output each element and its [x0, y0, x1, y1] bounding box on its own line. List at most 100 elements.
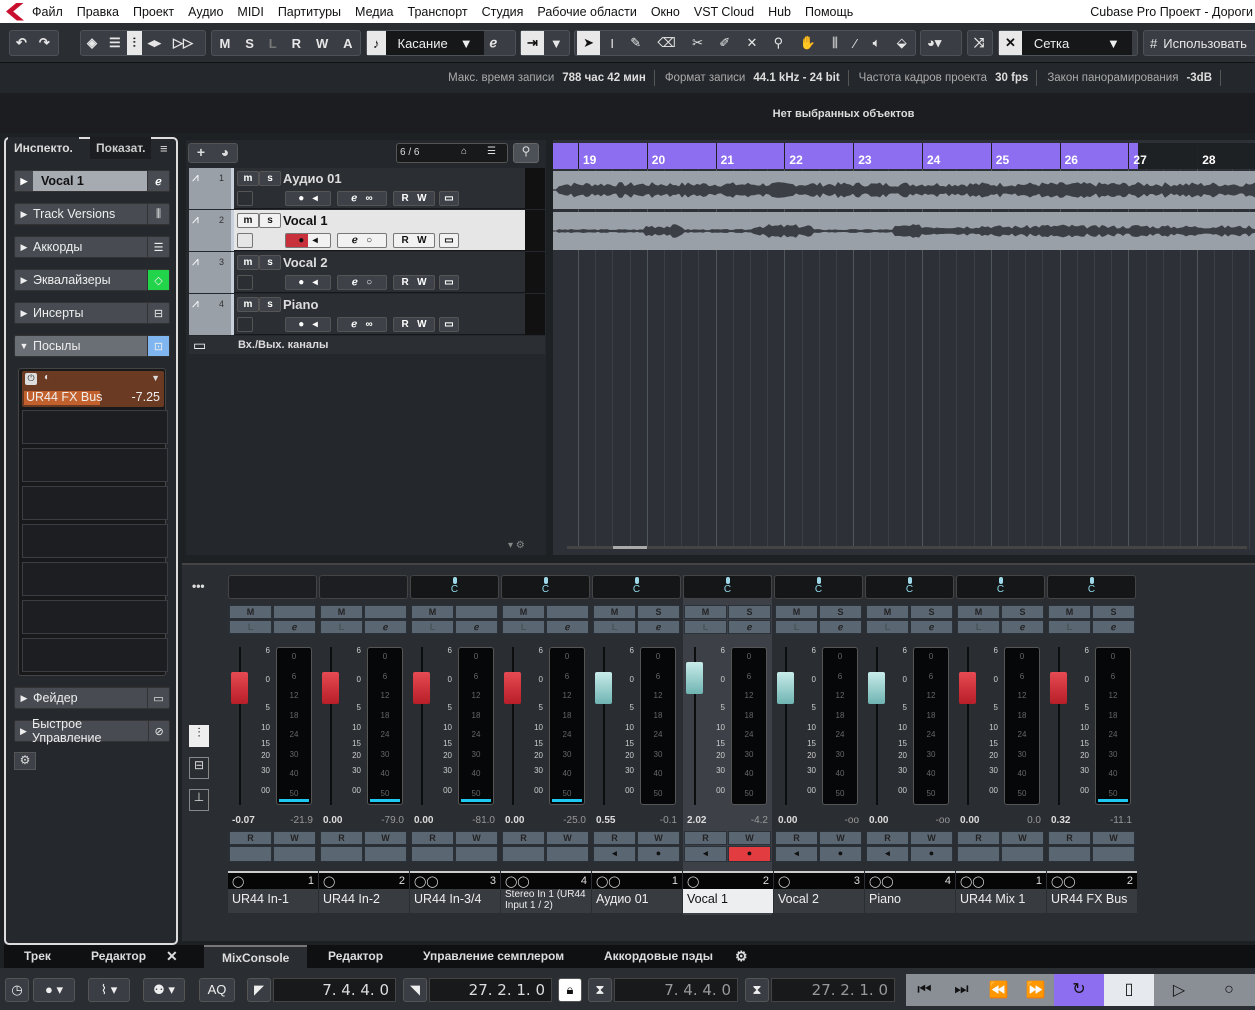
volume-fader[interactable] — [231, 672, 248, 704]
write-icon[interactable]: W — [417, 193, 426, 204]
write-icon[interactable]: W — [417, 277, 426, 288]
menu-item[interactable]: Файл — [32, 5, 63, 19]
mute-button[interactable]: m — [237, 297, 259, 312]
auto-quantize-button[interactable]: AQ — [199, 978, 235, 1002]
record-monitor-buttons[interactable]: ● ◂ — [285, 317, 331, 332]
mute-button[interactable]: M — [229, 605, 272, 619]
punch-out-field[interactable]: 27. 2. 1. 0 — [771, 978, 895, 1002]
track-name[interactable]: Vocal 1 — [283, 213, 328, 228]
volume-fader[interactable] — [504, 672, 521, 704]
edit-icon[interactable]: ℯ — [484, 35, 504, 51]
record-enable-icon[interactable]: ● — [298, 235, 304, 246]
menu-item[interactable]: Правка — [77, 5, 119, 19]
cubase-logo-icon[interactable] — [6, 2, 24, 21]
listen-button[interactable]: L — [229, 620, 272, 634]
volume-value[interactable]: 2.02 — [687, 815, 706, 826]
mixer-toggle-icon[interactable]: ⫶ — [126, 31, 142, 55]
read-write-buttons[interactable]: R W — [393, 275, 435, 290]
menu-item[interactable]: VST Cloud — [694, 5, 754, 19]
volume-value[interactable]: 0.00 — [869, 815, 888, 826]
monitor-button[interactable]: ◂ — [775, 846, 818, 862]
inspector-section[interactable]: ▶ Инсерты ⊟ — [14, 302, 170, 324]
go-to-start-icon[interactable]: ⏮ — [906, 981, 943, 999]
tab-inspector[interactable]: Инспекто. — [8, 137, 79, 159]
volume-value[interactable]: 0.00 — [323, 815, 342, 826]
volume-fader[interactable] — [1050, 672, 1067, 704]
record-enable-button[interactable] — [1001, 846, 1044, 862]
tab-lower-zone[interactable]: Аккордовые пэды — [604, 945, 713, 968]
record-enable-button[interactable]: ● — [637, 846, 680, 862]
send-level[interactable]: -7.25 — [132, 390, 161, 404]
color-icon[interactable]: ⬙ — [891, 35, 913, 51]
snap-active-icon[interactable]: ✕ — [999, 31, 1022, 55]
edit-channel-icon[interactable]: ℯ — [147, 171, 169, 191]
go-to-end-icon[interactable]: ⏭ — [943, 981, 980, 999]
send-slot-empty[interactable] — [22, 638, 168, 672]
inspector-toggle-icon[interactable]: ◈ — [81, 35, 103, 51]
pan-control[interactable]: C — [865, 575, 954, 599]
channel-name-plate[interactable]: ◯◯ 4 Piano — [865, 871, 955, 913]
track-row[interactable]: ⩘ 4 m s Piano ● ◂ ℯ ∞ R W ▭ — [189, 294, 545, 335]
write-automation-button[interactable]: W — [819, 831, 862, 845]
tab-visibility[interactable]: Показат. — [90, 137, 152, 159]
volume-fader[interactable] — [413, 672, 430, 704]
solo-button[interactable]: S — [1092, 605, 1135, 619]
automation-mode-dropdown[interactable]: Касание ▼ — [385, 31, 484, 55]
mute-button[interactable]: M — [320, 605, 363, 619]
channel-name-plate[interactable]: ◯ 2 UR44 In-2 — [319, 871, 409, 913]
monitor-button[interactable] — [1048, 846, 1091, 862]
record-monitor-buttons[interactable]: ● ◂ — [285, 233, 331, 248]
solo-button[interactable]: s — [259, 255, 281, 270]
state-button-m[interactable]: M — [213, 36, 236, 51]
format-value[interactable]: 44.1 kHz - 24 bit — [753, 72, 839, 84]
edit-channel-button[interactable]: ℯ ○ — [337, 275, 387, 290]
rewind-icon[interactable]: ⏪ — [980, 980, 1017, 1000]
chevron-down-icon[interactable]: ▼ — [151, 373, 160, 383]
record-enable-button[interactable] — [364, 846, 407, 862]
meter-view-icon[interactable]: ⊥ — [189, 789, 209, 811]
peak-value[interactable]: 0.0 — [1027, 815, 1041, 826]
ruler[interactable]: 19 20 21 22 23 24 25 26 27 28 — [553, 143, 1255, 169]
track-row[interactable]: ⩘ 2 m s Vocal 1 ● ◂ ℯ ○ R W ▭ — [189, 210, 545, 251]
pan-control[interactable] — [319, 575, 408, 599]
audio-mode-dropdown[interactable]: ⌇ ▾ — [88, 978, 130, 1002]
pan-control[interactable]: C — [683, 575, 772, 599]
drop-mode-icon[interactable]: ⇥ — [521, 31, 544, 55]
menu-item[interactable]: Транспорт — [408, 5, 468, 19]
volume-fader[interactable] — [959, 672, 976, 704]
menu-icon[interactable]: ≡ — [160, 141, 168, 156]
lanes-icon[interactable]: ▭ — [439, 191, 459, 206]
inspector-section[interactable]: ▼ Посылы ⊡ — [14, 335, 170, 357]
add-track-icon[interactable]: + — [197, 144, 205, 162]
cycle-icon[interactable]: ↻ — [1054, 974, 1104, 1006]
tab-lower-zone[interactable]: Управление семплером — [423, 945, 564, 968]
volume-value[interactable]: 0.00 — [778, 815, 797, 826]
punch-out-icon[interactable]: ⧗ — [745, 978, 769, 1002]
snap-toggle[interactable]: ⤨ — [967, 30, 993, 56]
racks-view-icon[interactable]: ⊟ — [189, 757, 209, 779]
track-row[interactable]: ⩘ 3 m s Vocal 2 ● ◂ ℯ ○ R W ▭ — [189, 252, 545, 293]
channel-name-plate[interactable]: ◯ 1 UR44 In-1 — [228, 871, 318, 913]
punch-in-field[interactable]: 7. 4. 4. 0 — [614, 978, 738, 1002]
state-button-a[interactable]: A — [337, 36, 358, 51]
more-icon[interactable]: ••• — [192, 579, 205, 593]
inspector-section[interactable]: ▶ Track Versions ⫼ — [14, 203, 170, 225]
record-enable-button[interactable]: ● — [910, 846, 953, 862]
midi-mode-dropdown[interactable]: ⚉ ▾ — [143, 978, 185, 1002]
right-locator-field[interactable]: 27. 2. 1. 0 — [429, 978, 552, 1002]
nudge-icon[interactable]: ◂▸ — [142, 35, 167, 51]
volume-fader[interactable] — [322, 672, 339, 704]
read-icon[interactable]: R — [401, 235, 408, 246]
read-automation-button[interactable]: R — [229, 831, 272, 845]
send-slot-empty[interactable] — [22, 562, 168, 596]
pan-control[interactable]: C — [1047, 575, 1136, 599]
menu-item[interactable]: MIDI — [237, 5, 263, 19]
read-automation-button[interactable]: R — [684, 831, 727, 845]
pan-control[interactable]: C — [774, 575, 863, 599]
solo-button[interactable] — [546, 605, 589, 619]
mute-button[interactable]: m — [237, 213, 259, 228]
track-name[interactable]: Piano — [283, 297, 318, 312]
read-write-buttons[interactable]: R W — [393, 317, 435, 332]
edit-channel-button[interactable]: ℯ — [364, 620, 407, 634]
color-box[interactable] — [237, 317, 253, 332]
